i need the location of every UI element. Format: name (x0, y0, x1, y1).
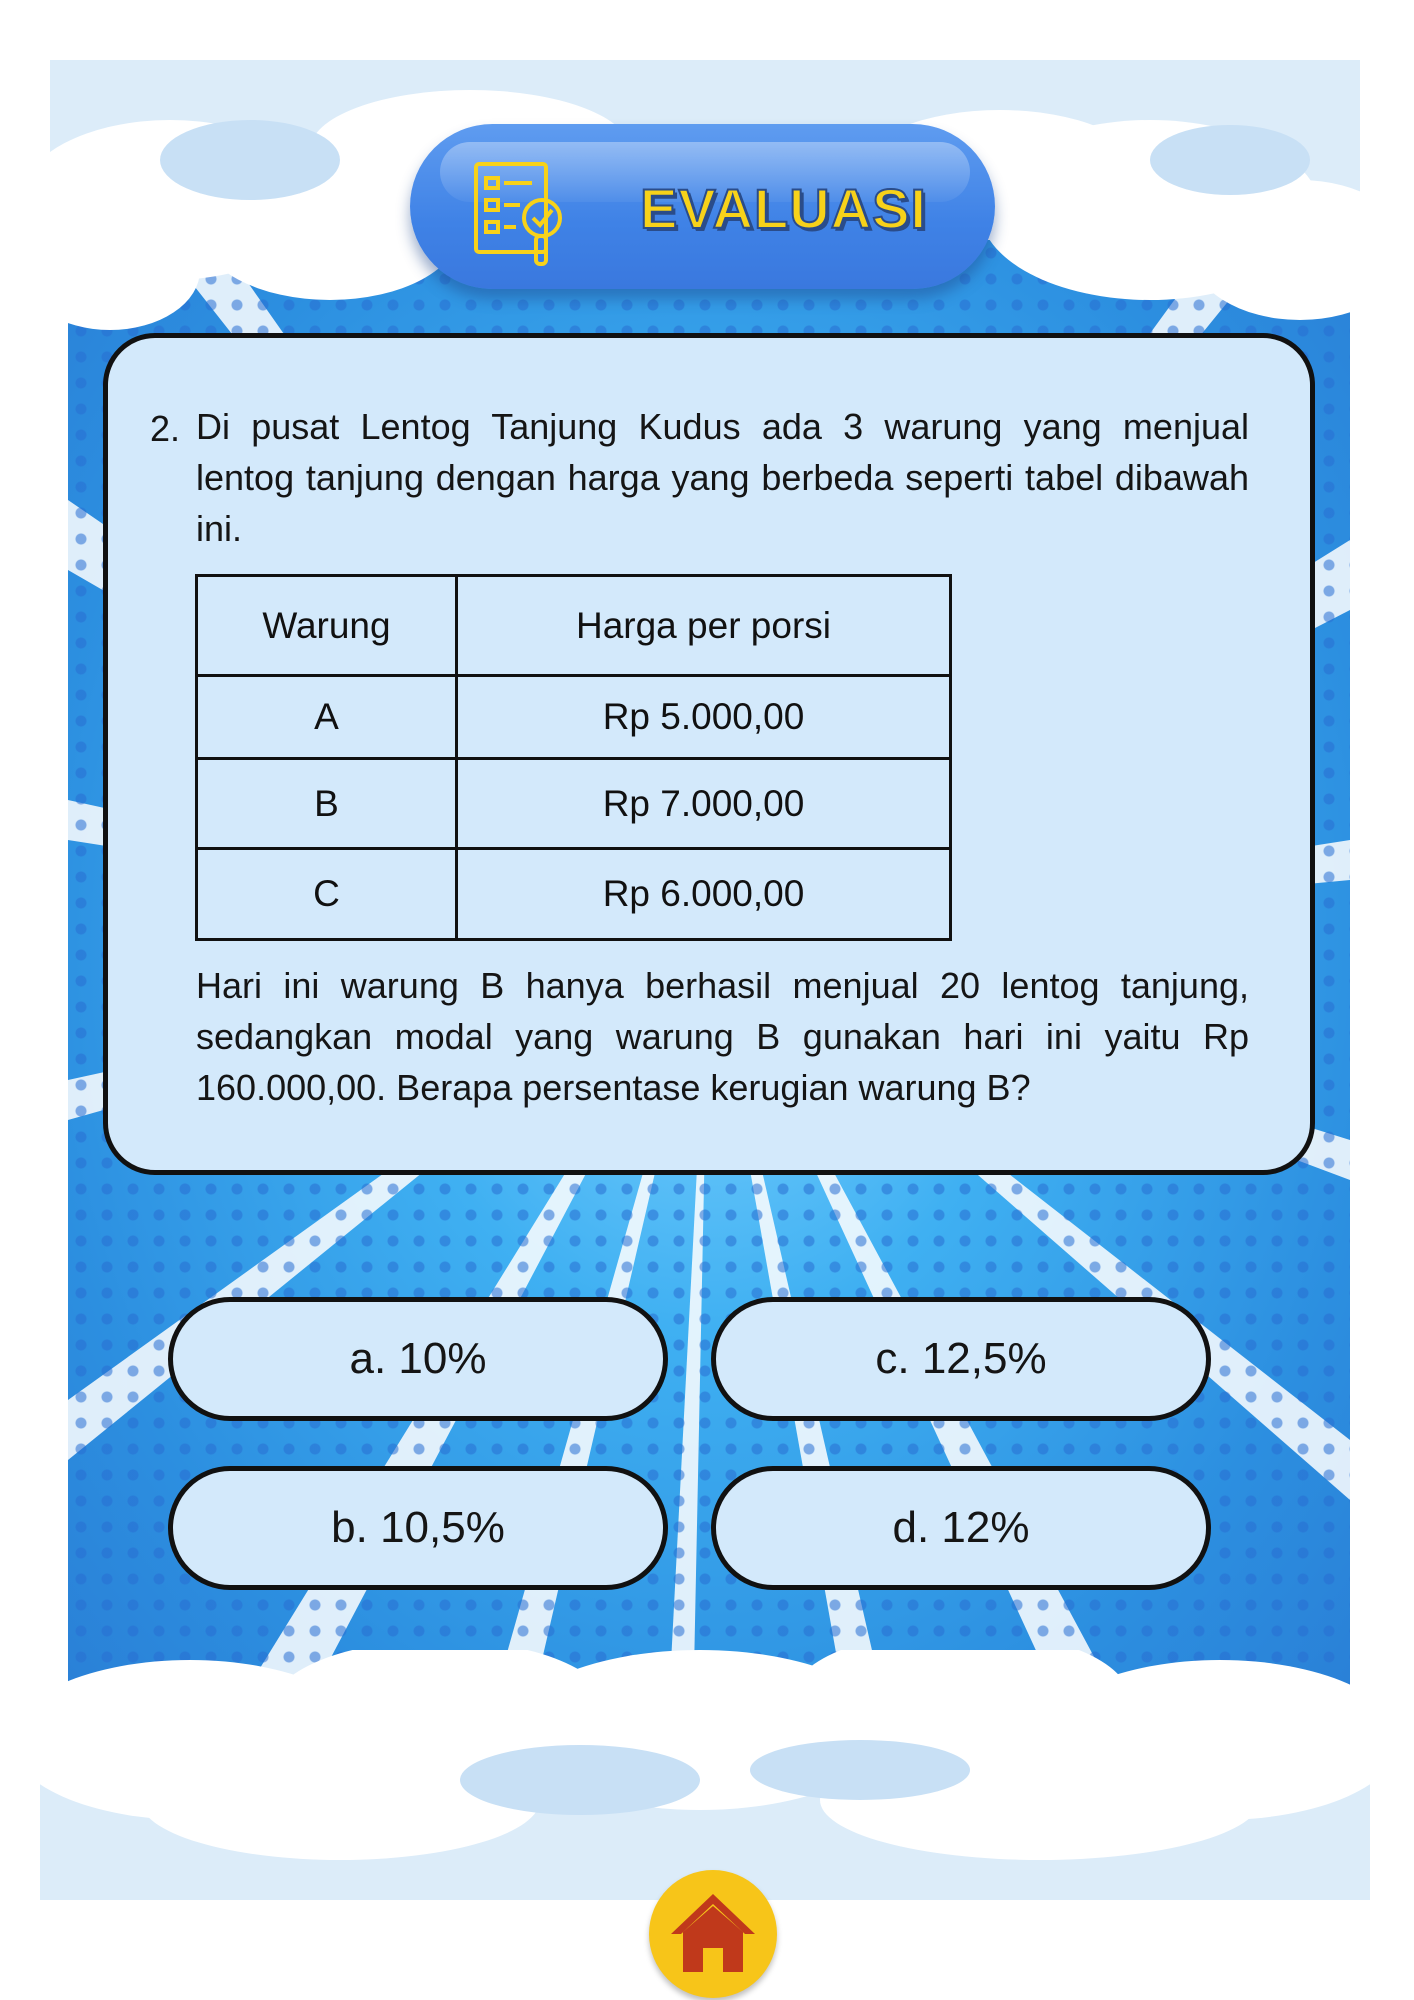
table-header-price: Harga per porsi (455, 574, 952, 677)
bottom-clouds (40, 1650, 1370, 1900)
table-cell-price: Rp 6.000,00 (455, 847, 952, 941)
question-followup: Hari ini warung B hanya berhasil menjual… (196, 965, 1249, 1108)
table-header-warung: Warung (195, 574, 458, 677)
title-banner: EVALUASI (410, 124, 995, 289)
table-cell-warung: B (195, 757, 458, 850)
question-card: 2. Di pusat Lentog Tanjung Kudus ada 3 w… (103, 333, 1315, 1175)
option-a-label: a. 10% (349, 1334, 487, 1383)
option-a-button[interactable]: a. 10% (168, 1297, 668, 1421)
page-title: EVALUASI (639, 176, 927, 241)
table-cell-price: Rp 5.000,00 (455, 674, 952, 760)
table-cell-price: Rp 7.000,00 (455, 757, 952, 850)
option-c-label: c. 12,5% (875, 1334, 1047, 1383)
table-cell-warung: C (195, 847, 458, 941)
evaluation-page: EVALUASI 2. Di pusat Lentog Tanjung Kudu… (0, 0, 1414, 2000)
question-intro: Di pusat Lentog Tanjung Kudus ada 3 waru… (196, 406, 1249, 549)
table-row: C Rp 6.000,00 (195, 847, 952, 941)
option-b-button[interactable]: b. 10,5% (168, 1466, 668, 1590)
option-d-button[interactable]: d. 12% (711, 1466, 1211, 1590)
price-table: Warung Harga per porsi A Rp 5.000,00 B R… (195, 574, 952, 941)
option-c-button[interactable]: c. 12,5% (711, 1297, 1211, 1421)
table-row: B Rp 7.000,00 (195, 757, 952, 850)
checklist-icon (474, 162, 562, 266)
option-b-label: b. 10,5% (331, 1503, 505, 1552)
home-icon (671, 1894, 755, 1972)
table-row: A Rp 5.000,00 (195, 674, 952, 760)
option-d-label: d. 12% (892, 1503, 1030, 1552)
home-button[interactable] (649, 1870, 777, 1998)
table-header-row: Warung Harga per porsi (195, 574, 952, 677)
table-cell-warung: A (195, 674, 458, 760)
question-number: 2. (150, 408, 181, 449)
